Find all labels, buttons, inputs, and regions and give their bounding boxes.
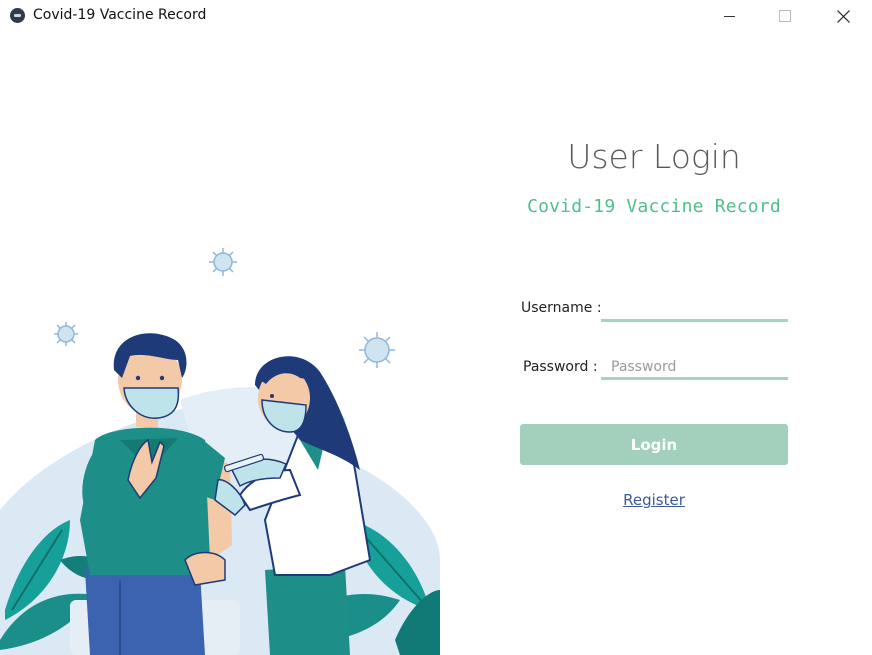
maximize-button[interactable] — [762, 0, 808, 32]
minimize-button[interactable] — [706, 0, 752, 32]
password-label: Password : — [523, 359, 598, 375]
login-button[interactable]: Login — [520, 424, 788, 465]
virus-icon — [209, 248, 237, 276]
close-icon — [836, 9, 850, 23]
close-button[interactable] — [820, 0, 866, 32]
maximize-icon — [779, 10, 791, 22]
virus-icon — [54, 322, 78, 346]
password-input[interactable] — [601, 356, 788, 380]
username-input[interactable] — [601, 298, 788, 322]
app-logo-icon — [10, 8, 25, 23]
vaccination-illustration — [0, 248, 440, 655]
app-subtitle: Covid-19 Vaccine Record — [527, 196, 781, 217]
title-bar[interactable]: Covid-19 Vaccine Record — [0, 0, 872, 32]
username-label: Username : — [521, 300, 602, 316]
register-link[interactable]: Register — [520, 491, 788, 509]
minimize-icon — [723, 15, 735, 17]
virus-icon — [359, 332, 395, 368]
window-title: Covid-19 Vaccine Record — [33, 7, 207, 23]
login-title: User Login — [567, 137, 741, 176]
